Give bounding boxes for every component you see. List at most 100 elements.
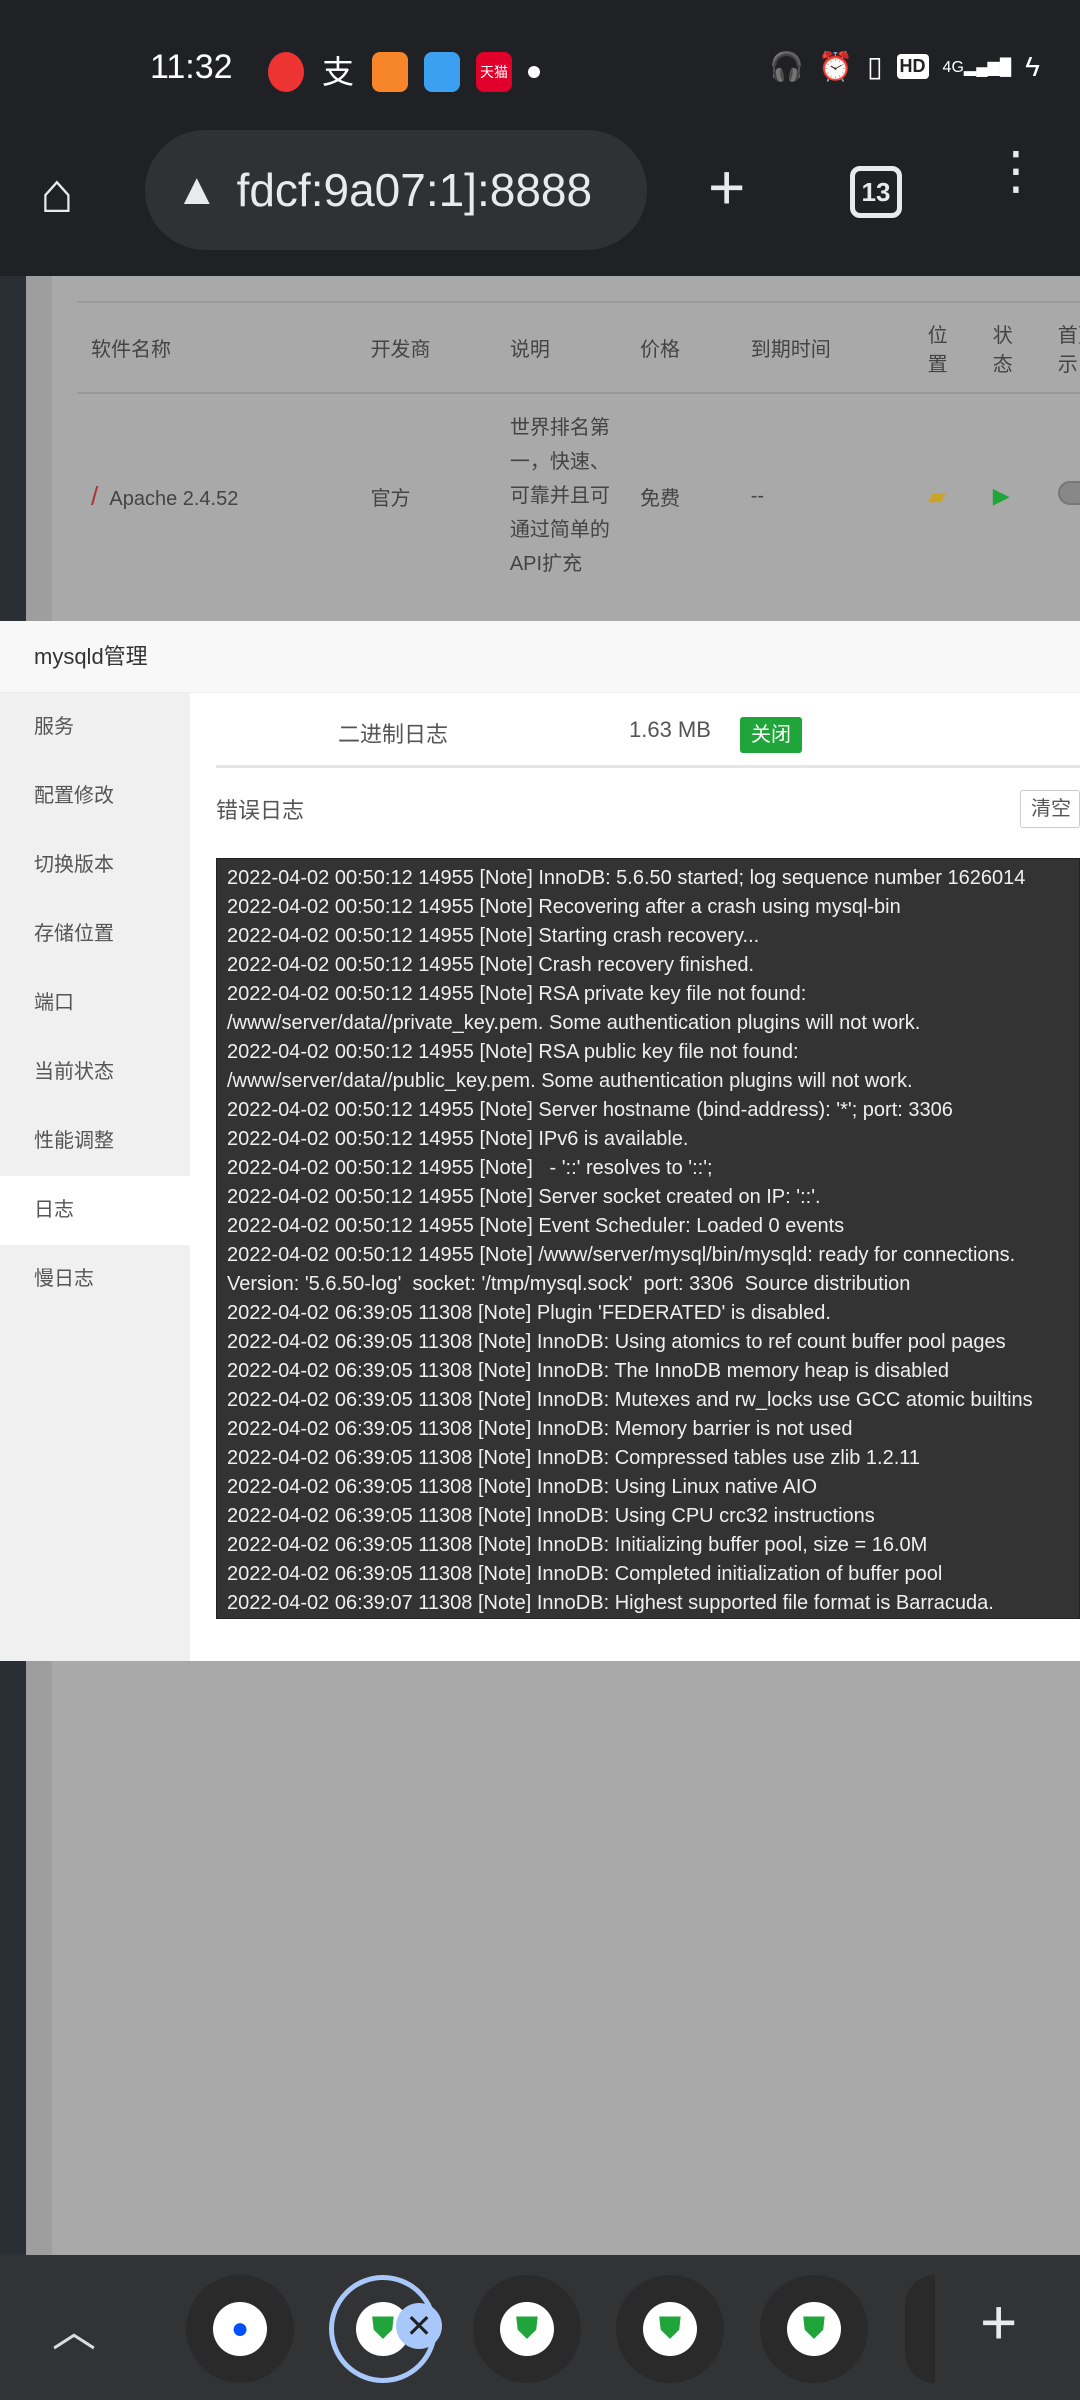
charging-icon: ϟ [1025,50,1040,82]
col-price: 价格 [625,301,737,393]
mysqld-dialog: mysqld管理 服务 配置修改 切换版本 存储位置 端口 当前状态 性能调整 … [0,621,1080,1661]
url-text[interactable]: fdcf:9a07:1]:8888 [237,163,593,217]
table-header: 软件名称 开发商 说明 价格 到期时间 位置 状态 首页示 [77,301,1080,393]
browser-toolbar: ⌂ ▲ fdcf:9a07:1]:8888 + 13 ⋮ [0,130,1080,276]
col-location: 位置 [913,301,979,393]
log-line: 2022-04-02 06:39:05 11308 [Note] InnoDB:… [227,1476,818,1498]
tab-thumbnail[interactable]: ⛊ [760,2275,868,2383]
table-row: / Apache 2.4.52 官方 世界排名第一，快速、可靠并且可通过简单的A… [77,392,1080,598]
log-line: 2022-04-02 06:39:07 11308 [Note] InnoDB:… [227,1592,994,1614]
baota-shield-icon: ⛊ [787,2302,841,2356]
log-line: 2022-04-02 06:39:05 11308 [Note] InnoDB:… [227,1563,943,1585]
log-line: 2022-04-02 06:39:05 11308 [Note] Plugin … [227,1302,831,1324]
description: 世界排名第一，快速、可靠并且可通过简单的API扩充 [509,417,610,575]
hd-icon: HD [896,54,929,79]
chevron-up-icon[interactable]: ︿ [52,2295,96,2359]
telegram-icon [424,52,460,92]
sidebar-item-port[interactable]: 端口 [0,969,190,1038]
description-cell: 世界排名第一，快速、可靠并且可通过简单的API扩充 [495,392,626,598]
price: 免费 [625,392,737,598]
dot-icon [528,66,540,78]
log-line: 2022-04-02 00:50:12 14955 [Note] InnoDB:… [227,867,1026,889]
sidebar-item-status[interactable]: 当前状态 [0,1038,190,1107]
more-menu-button[interactable]: ⋮ [990,145,1042,197]
log-line: 2022-04-02 06:39:05 11308 [Note] InnoDB:… [227,1505,875,1527]
log-line: 2022-04-02 00:50:12 14955 [Note] Startin… [227,925,760,947]
log-line: /www/server/data//public_key.pem. Some a… [227,1070,913,1092]
log-line: 2022-04-02 00:50:12 14955 [Note] Recover… [227,896,901,918]
software-name-cell: / Apache 2.4.52 [77,392,357,598]
col-name: 软件名称 [77,301,357,393]
log-line: 2022-04-02 00:50:12 14955 [Note] Server … [227,1186,821,1208]
tmall-icon: 天猫 [476,52,512,92]
log-line: 2022-04-02 06:39:05 11308 [Note] InnoDB:… [227,1331,1006,1353]
expiry: -- [736,392,914,598]
binary-log-row: 二进制日志 1.63 MB 关闭 [216,693,1080,768]
baota-shield-icon: ⛊ [500,2302,554,2356]
sidebar-item-config[interactable]: 配置修改 [0,762,190,831]
col-developer: 开发商 [356,301,496,393]
play-icon: ▶ [992,483,1010,508]
col-status: 状态 [978,301,1044,393]
sidebar-item-performance[interactable]: 性能调整 [0,1107,190,1176]
log-line: 2022-04-02 06:39:05 11308 [Note] InnoDB:… [227,1389,1033,1411]
log-line: /www/server/data//private_key.pem. Some … [227,1012,921,1034]
log-line: 2022-04-02 06:39:05 11308 [Note] InnoDB:… [227,1534,928,1556]
software-table: 软件名称 开发商 说明 价格 到期时间 位置 状态 首页示 / Apache 2… [77,301,1080,598]
tab-thumbnail-partial[interactable] [905,2275,935,2383]
col-homepage: 首页示 [1043,301,1080,393]
address-bar[interactable]: ▲ fdcf:9a07:1]:8888 [145,130,647,250]
clock: 11:32 [150,48,233,86]
network-label: 4G [942,58,964,76]
log-line: 2022-04-02 00:50:12 14955 [Note] IPv6 is… [227,1128,689,1150]
homepage-toggle[interactable] [1057,481,1080,505]
log-line: 2022-04-02 06:39:05 11308 [Note] InnoDB:… [227,1360,949,1382]
dialog-sidebar: 服务 配置修改 切换版本 存储位置 端口 当前状态 性能调整 日志 慢日志 [0,693,190,1661]
folder-icon[interactable]: ▰ [928,483,946,510]
home-button[interactable]: ⌂ [40,160,74,225]
log-line: 2022-04-02 00:50:12 14955 [Note] Server … [227,1099,953,1121]
apache-feather-icon: / [91,480,99,511]
uc-browser-icon [372,52,408,92]
new-tab-button[interactable]: + [708,150,745,224]
tab-thumbnail[interactable]: ● [186,2275,294,2383]
sidebar-item-storage[interactable]: 存储位置 [0,900,190,969]
video-app-icon [268,52,304,92]
col-expiry: 到期时间 [736,301,914,393]
error-log-label: 错误日志 [216,798,305,823]
log-line: 2022-04-02 06:39:05 11308 [Note] InnoDB:… [227,1447,921,1469]
tab-strip: ︿ ● ⛊ ✕ ⛊ ⛊ ⛊ + [0,2255,1080,2400]
clear-log-button[interactable]: 清空 [1020,790,1080,828]
log-line: 2022-04-02 00:50:12 14955 [Note] - '::' … [227,1157,713,1179]
sidebar-item-logs[interactable]: 日志 [0,1176,190,1245]
developer: 官方 [356,392,496,598]
col-description: 说明 [495,301,626,393]
tab-switcher-button[interactable]: 13 [850,166,902,218]
close-tab-icon[interactable]: ✕ [396,2303,442,2349]
tab-thumbnail[interactable]: ⛊ [473,2275,581,2383]
signal-4g-icon: 4G▂▄▆█ [942,58,1012,76]
sidebar-item-slow-log[interactable]: 慢日志 [0,1245,190,1314]
log-line: 2022-04-02 00:50:12 14955 [Note] Event S… [227,1215,845,1237]
headphones-icon: 🎧 [769,51,805,82]
log-line: 2022-04-02 06:39:05 11308 [Note] InnoDB:… [227,1418,853,1440]
dialog-title: mysqld管理 [0,621,1080,693]
sidebar-item-switch-version[interactable]: 切换版本 [0,831,190,900]
baota-shield-icon: ⛊ [643,2302,697,2356]
tab-thumbnail[interactable]: ⛊ [616,2275,724,2383]
log-line: Version: '5.6.50-log' socket: '/tmp/mysq… [227,1273,911,1295]
log-line: 2022-04-02 00:50:12 14955 [Note] /www/se… [227,1244,1016,1266]
sidebar-item-service[interactable]: 服务 [0,693,190,762]
status-bar: 11:32 支 天猫 🎧 ⏰ ▯ HD 4G▂▄▆█ ϟ [0,0,1080,130]
homepage-cell [1043,392,1080,598]
status-cell: ▶ [978,392,1044,598]
binary-log-label: 二进制日志 [338,722,449,747]
software-name[interactable]: Apache 2.4.52 [109,488,238,510]
dialog-content: 二进制日志 1.63 MB 关闭 错误日志 清空 2022-04-02 00:5… [216,693,1080,1661]
binary-log-toggle-button[interactable]: 关闭 [740,717,802,753]
error-log-output[interactable]: 2022-04-02 00:50:12 14955 [Note] InnoDB:… [216,858,1080,1619]
binary-log-size: 1.63 MB [629,717,711,742]
new-tab-plus-icon[interactable]: + [980,2285,1017,2359]
log-line: 2022-04-02 00:50:12 14955 [Note] RSA pub… [227,1041,799,1063]
warning-icon[interactable]: ▲ [175,165,219,215]
